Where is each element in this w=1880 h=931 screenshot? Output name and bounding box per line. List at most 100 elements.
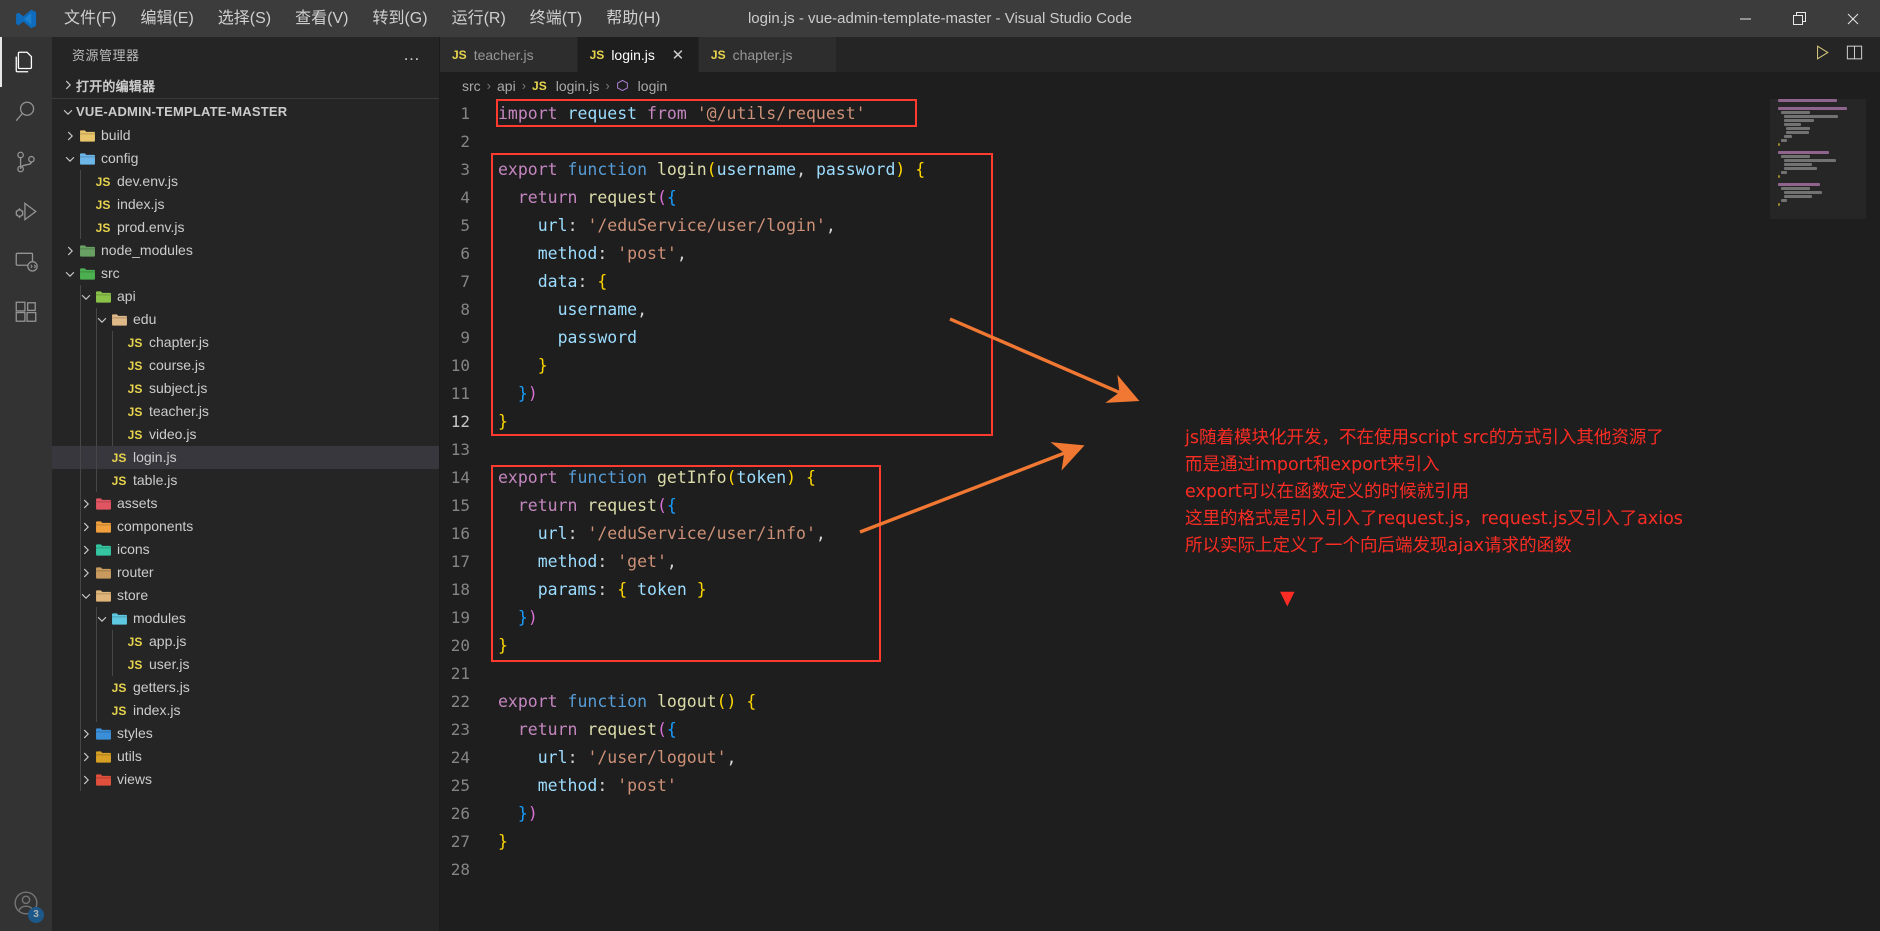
code-token: :: [567, 215, 588, 235]
chevron-down-icon[interactable]: [62, 152, 78, 166]
code-token: username: [557, 299, 638, 319]
tree-file-row[interactable]: JS index.js: [52, 193, 439, 216]
close-button[interactable]: [1826, 0, 1880, 37]
tree-folder-row[interactable]: views: [52, 768, 439, 791]
chevron-down-icon[interactable]: [62, 267, 78, 281]
tree-folder-row[interactable]: edu: [52, 308, 439, 331]
tree-file-row[interactable]: JS subject.js: [52, 377, 439, 400]
tree-folder-row[interactable]: build: [52, 124, 439, 147]
tab-list[interactable]: JSteacher.js✕JSlogin.js✕JSchapter.js✕: [440, 37, 837, 72]
tree-folder-row[interactable]: assets: [52, 492, 439, 515]
chevron-right-icon[interactable]: [62, 129, 78, 143]
line-number: 5: [460, 215, 470, 235]
menu-go[interactable]: 转到(G): [360, 0, 439, 37]
line-number: 20: [450, 635, 470, 655]
tree-folder-row[interactable]: router: [52, 561, 439, 584]
breadcrumb-item[interactable]: src: [462, 78, 481, 94]
code-text: method: 'get',: [496, 552, 677, 571]
indent-guide: [96, 354, 97, 377]
activity-extensions[interactable]: [0, 287, 52, 337]
activity-source-control[interactable]: [0, 137, 52, 187]
menu-file[interactable]: 文件(F): [52, 0, 128, 37]
annotation-text-block: js随着模块化开发，不在使用script src的方式引入其他资源了 而是通过im…: [1185, 425, 1683, 560]
tree-file-row[interactable]: JS video.js: [52, 423, 439, 446]
code-token: ,: [676, 243, 687, 263]
folder-components-icon: [94, 519, 112, 535]
tree-item-label: src: [101, 265, 120, 281]
menu-edit[interactable]: 编辑(E): [128, 0, 205, 37]
tree-folder-row[interactable]: node_modules: [52, 239, 439, 262]
breadcrumb-item[interactable]: login.js: [556, 78, 600, 94]
breadcrumb-separator: ›: [521, 78, 527, 93]
tree-folder-row[interactable]: modules: [52, 607, 439, 630]
tree-file-row[interactable]: JS table.js: [52, 469, 439, 492]
js-file-icon: JS: [127, 404, 143, 419]
tree-file-row[interactable]: JS teacher.js: [52, 400, 439, 423]
tree-folder-row[interactable]: config: [52, 147, 439, 170]
editor-tab[interactable]: JSchapter.js✕: [698, 37, 837, 72]
editor-tab[interactable]: JSteacher.js✕: [440, 37, 578, 72]
tab-close-icon[interactable]: ✕: [670, 46, 686, 64]
tree-folder-row[interactable]: utils: [52, 745, 439, 768]
tree-folder-row[interactable]: styles: [52, 722, 439, 745]
activity-run-and-debug[interactable]: [0, 187, 52, 237]
menu-terminal[interactable]: 终端(T): [518, 0, 594, 37]
tree-file-row[interactable]: JS prod.env.js: [52, 216, 439, 239]
tree-file-row[interactable]: JS user.js: [52, 653, 439, 676]
split-editor-icon[interactable]: [1845, 43, 1864, 67]
editor-tab[interactable]: JS login.js ✕: [577, 37, 699, 72]
tree-file-row[interactable]: JS index.js: [52, 699, 439, 722]
tree-folder-row[interactable]: store: [52, 584, 439, 607]
code-text: export function getInfo(token) {: [496, 468, 816, 487]
chevron-right-icon[interactable]: [62, 244, 78, 258]
tree-file-row[interactable]: JS login.js: [52, 446, 439, 469]
explorer-more-actions-icon[interactable]: …: [403, 45, 429, 65]
menu-help[interactable]: 帮助(H): [594, 0, 672, 37]
code-line: 21: [440, 659, 1880, 687]
menu-run[interactable]: 运行(R): [440, 0, 518, 37]
code-line: 3 export function login(username, passwor…: [440, 155, 1880, 183]
section-open-editors[interactable]: 打开的编辑器: [52, 72, 439, 98]
breadcrumb-item[interactable]: api: [497, 78, 516, 94]
code-token: :: [597, 579, 618, 599]
code-token: login: [656, 159, 707, 179]
tree-file-row[interactable]: JS dev.env.js: [52, 170, 439, 193]
indent-guide: [80, 354, 81, 377]
code-text: }): [496, 384, 538, 403]
code-text: url: '/user/logout',: [496, 748, 737, 767]
menu-bar[interactable]: 文件(F) 编辑(E) 选择(S) 查看(V) 转到(G) 运行(R) 终端(T) 帮助(H): [52, 0, 672, 37]
line-number: 7: [460, 271, 470, 291]
breadcrumb-item[interactable]: login: [638, 78, 668, 94]
tree-folder-row[interactable]: icons: [52, 538, 439, 561]
tree-file-row[interactable]: JS course.js: [52, 354, 439, 377]
js-file-icon: JS: [111, 450, 127, 465]
activity-accounts[interactable]: 3: [0, 881, 52, 931]
tree-item-label: components: [117, 518, 194, 534]
maximize-button[interactable]: [1772, 0, 1826, 37]
editor-scrollbar[interactable]: [1866, 99, 1880, 931]
tree-folder-row[interactable]: components: [52, 515, 439, 538]
section-project-root[interactable]: VUE-ADMIN-TEMPLATE-MASTER: [52, 98, 439, 124]
activity-explorer[interactable]: [0, 37, 52, 87]
code-token: ,: [815, 523, 826, 543]
minimize-button[interactable]: [1718, 0, 1772, 37]
run-icon[interactable]: [1812, 43, 1831, 67]
tree-file-row[interactable]: JS app.js: [52, 630, 439, 653]
file-tree[interactable]: build config JS dev.env.js JS index.js JS prod.…: [52, 124, 439, 931]
tree-file-row[interactable]: JS getters.js: [52, 676, 439, 699]
tree-folder-row[interactable]: src: [52, 262, 439, 285]
menu-selection[interactable]: 选择(S): [206, 0, 283, 37]
breadcrumb[interactable]: src › api › JS login.js › login: [440, 72, 1880, 99]
tree-folder-row[interactable]: api: [52, 285, 439, 308]
indent-guide: [96, 400, 97, 423]
activity-remote-explorer[interactable]: [0, 237, 52, 287]
menu-view[interactable]: 查看(V): [283, 0, 360, 37]
annotation-line: export可以在函数定义的时候就引用: [1185, 482, 1470, 502]
tree-file-row[interactable]: JS chapter.js: [52, 331, 439, 354]
activity-search[interactable]: [0, 87, 52, 137]
